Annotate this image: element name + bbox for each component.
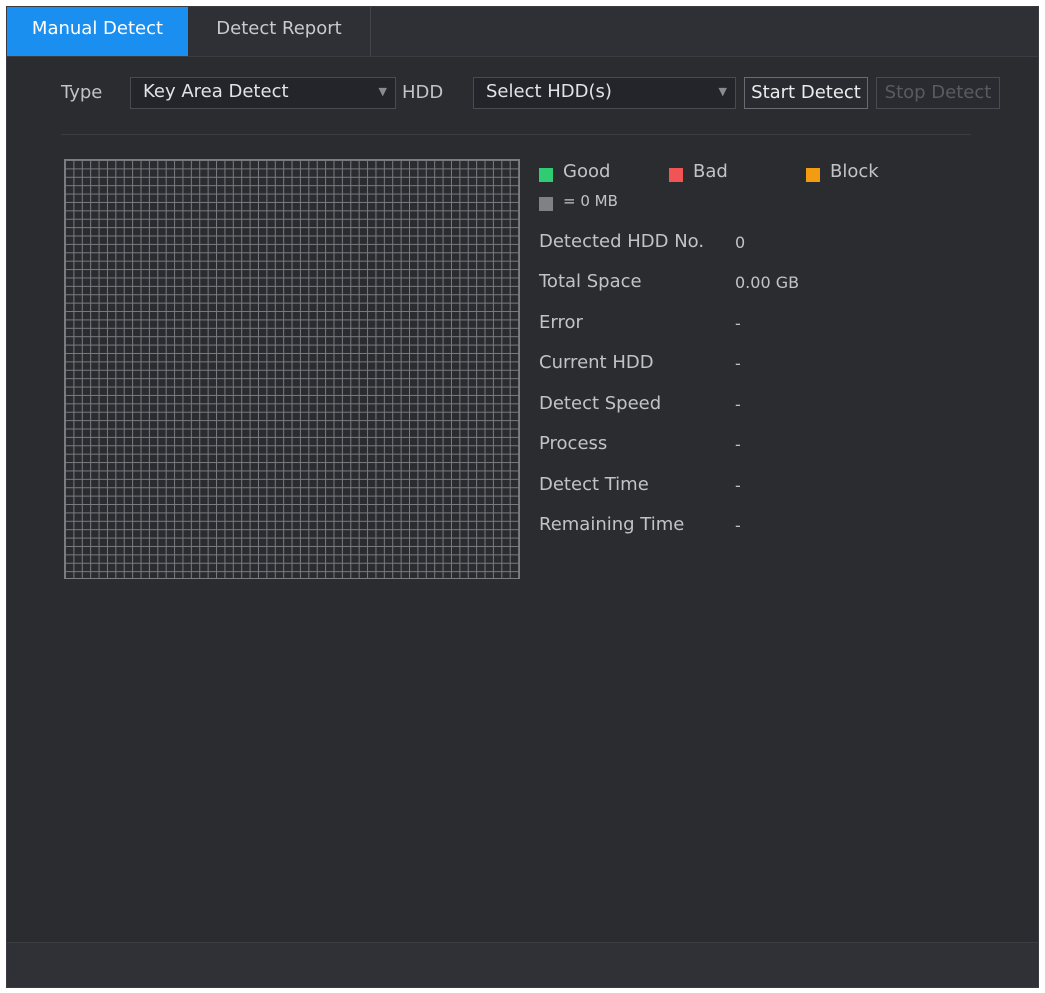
total-space-label: Total Space [539, 271, 642, 292]
hdd-detect-window: Manual Detect Detect Report Type Key Are… [6, 6, 1039, 988]
start-detect-button[interactable]: Start Detect [744, 77, 868, 109]
good-legend-label: Good [563, 161, 611, 182]
block-legend-swatch [806, 168, 820, 182]
block-legend-label: Block [830, 161, 879, 182]
bad-legend-label: Bad [693, 161, 728, 182]
tab-detect-report[interactable]: Detect Report [188, 7, 371, 56]
hdd-select[interactable]: Select HDD(s) ▼ [473, 77, 736, 109]
good-legend-swatch [539, 168, 553, 182]
error-label: Error [539, 312, 583, 333]
chevron-down-icon: ▼ [718, 85, 727, 98]
detected-hdd-no-label: Detected HDD No. [539, 231, 705, 252]
type-label: Type [61, 82, 103, 103]
type-select-value: Key Area Detect [143, 81, 289, 102]
unit-legend-swatch [539, 197, 553, 211]
tab-bar: Manual Detect Detect Report [7, 7, 1038, 57]
unit-legend-label: = 0 MB [563, 192, 618, 210]
bad-legend-swatch [669, 168, 683, 182]
footer-bar [7, 942, 1038, 987]
chevron-down-icon: ▼ [378, 85, 387, 98]
remaining-time-value: - [735, 516, 741, 535]
current-hdd-label: Current HDD [539, 352, 654, 373]
stop-detect-button: Stop Detect [876, 77, 1000, 109]
process-label: Process [539, 433, 608, 454]
error-value: - [735, 314, 741, 333]
hdd-label: HDD [402, 82, 444, 103]
detect-speed-label: Detect Speed [539, 393, 662, 414]
hdd-select-value: Select HDD(s) [486, 81, 612, 102]
detect-time-label: Detect Time [539, 474, 649, 495]
detect-speed-value: - [735, 395, 741, 414]
total-space-value: 0.00 GB [735, 273, 800, 292]
divider [61, 134, 971, 135]
process-value: - [735, 435, 741, 454]
detect-time-value: - [735, 476, 741, 495]
tab-manual-detect[interactable]: Manual Detect [7, 7, 188, 56]
type-select[interactable]: Key Area Detect ▼ [130, 77, 396, 109]
current-hdd-value: - [735, 354, 741, 373]
detected-hdd-no-value: 0 [735, 233, 746, 252]
detect-block-grid [64, 159, 520, 579]
remaining-time-label: Remaining Time [539, 514, 685, 535]
